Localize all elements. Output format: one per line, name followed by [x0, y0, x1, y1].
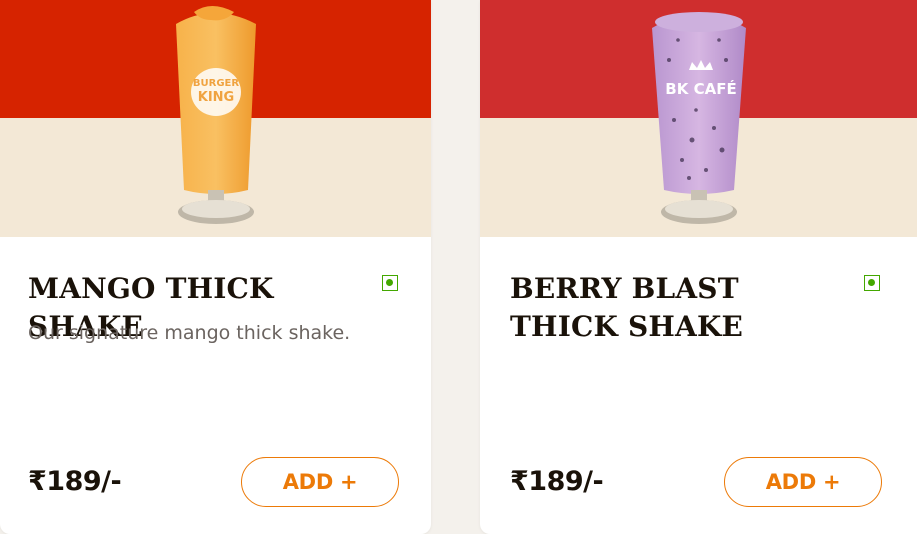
glass-logo-text: BURGER: [192, 78, 238, 89]
mango-shake-image: BURGER KING: [175, 6, 256, 224]
product-image: BK CAFÉ: [480, 0, 917, 237]
product-title: BERRY BLAST THICK SHAKE: [510, 272, 744, 343]
berry-shake-image: BK CAFÉ: [651, 12, 746, 224]
product-price: ₹189/-: [510, 466, 604, 497]
product-image: BURGER KING: [0, 0, 431, 237]
veg-icon: [864, 275, 880, 291]
product-description: Our signature mango thick shake.: [28, 322, 351, 344]
product-card[interactable]: BK CAFÉ BERRY BLAST THICK SHAKE ₹189/- A…: [480, 0, 917, 534]
veg-icon: [382, 275, 398, 291]
product-price: ₹189/-: [28, 466, 122, 497]
add-button[interactable]: ADD +: [724, 457, 882, 507]
svg-text:KING: KING: [197, 90, 233, 105]
product-card[interactable]: BURGER KING MANGO THICK SHAKE Our signat…: [0, 0, 431, 534]
glass-logo-text: BK CAFÉ: [665, 79, 736, 98]
add-button[interactable]: ADD +: [241, 457, 399, 507]
